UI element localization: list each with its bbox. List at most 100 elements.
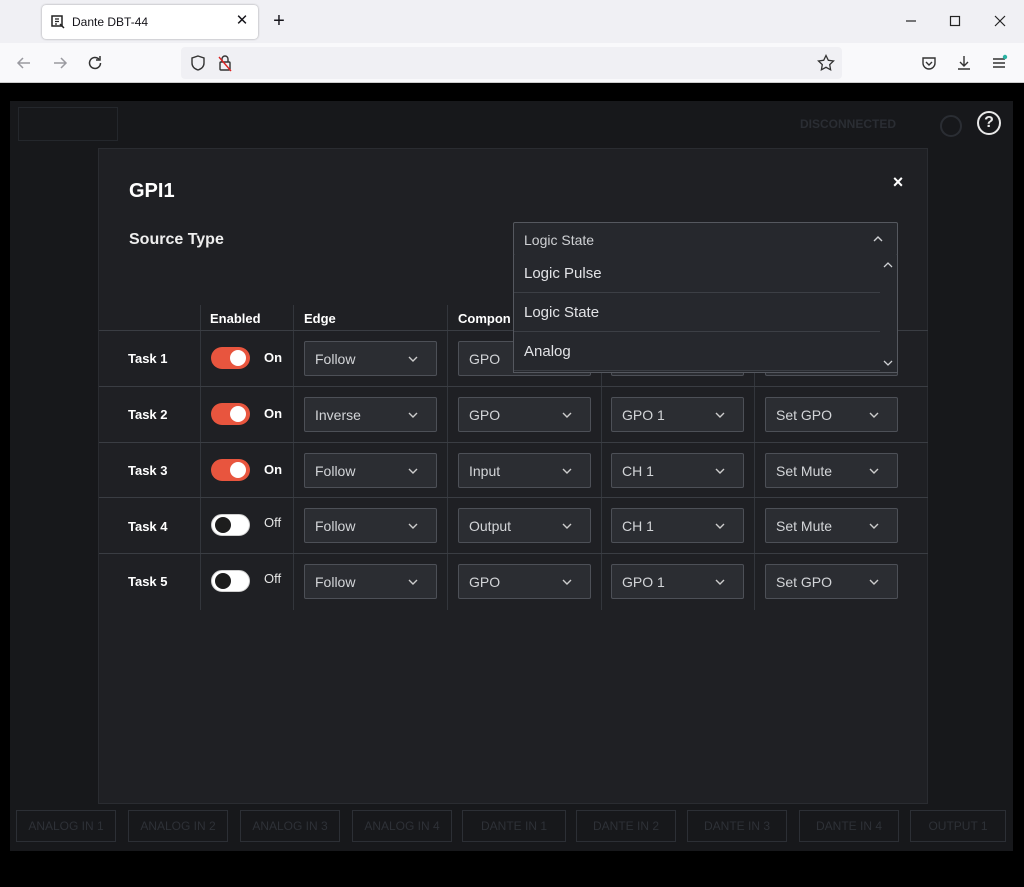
chevron-down-icon: [869, 523, 879, 529]
chevron-down-icon: [715, 412, 725, 418]
enabled-state-text: Off: [264, 571, 282, 586]
component-select-value: GPO: [469, 574, 501, 590]
component-select-value: Output: [469, 518, 512, 534]
option-logic-pulse[interactable]: Logic Pulse: [514, 255, 880, 293]
bottom-tab-dante-in-2[interactable]: DANTE IN 2: [576, 810, 676, 842]
tab-close-icon[interactable]: ✕: [234, 13, 250, 29]
enabled-toggle[interactable]: [211, 570, 250, 592]
page-favicon-icon: [51, 15, 65, 29]
task-label: Task 3: [128, 463, 168, 478]
address-bar[interactable]: [181, 47, 842, 79]
chevron-up-icon: [873, 236, 883, 242]
target-select[interactable]: GPO 1: [611, 397, 744, 432]
bottom-tab-analog-in-4[interactable]: ANALOG IN 4: [352, 810, 452, 842]
downloads-icon[interactable]: [954, 53, 974, 73]
task-label: Task 4: [128, 519, 168, 534]
insecure-lock-icon[interactable]: [215, 53, 235, 73]
help-button[interactable]: ?: [977, 111, 1001, 135]
bottom-tab-output-1[interactable]: OUTPUT 1: [910, 810, 1006, 842]
task-label: Task 5: [128, 574, 168, 589]
new-tab-button[interactable]: +: [270, 11, 288, 31]
source-type-select[interactable]: Logic State: [513, 222, 898, 256]
enabled-state-text: Off: [264, 515, 282, 530]
edge-select[interactable]: Follow: [304, 508, 437, 543]
chevron-down-icon: [715, 523, 725, 529]
chevron-down-icon: [869, 412, 879, 418]
settings-gear-icon[interactable]: [940, 115, 962, 137]
close-icon[interactable]: ×: [889, 173, 907, 191]
forward-arrow-icon[interactable]: [50, 53, 70, 73]
chevron-down-icon: [869, 579, 879, 585]
chevron-down-icon: [562, 523, 572, 529]
tracking-shield-icon[interactable]: [188, 53, 208, 73]
edge-select[interactable]: Follow: [304, 341, 437, 376]
target-select[interactable]: GPO 1: [611, 564, 744, 599]
browser-tab[interactable]: Dante DBT-44 ✕: [42, 5, 258, 39]
enabled-toggle[interactable]: [211, 347, 250, 369]
bottom-tab-analog-in-3[interactable]: ANALOG IN 3: [240, 810, 340, 842]
column-divider: [447, 305, 448, 610]
chevron-down-icon: [715, 468, 725, 474]
action-select[interactable]: Set GPO: [765, 397, 898, 432]
close-window-icon[interactable]: [991, 12, 1009, 30]
back-arrow-icon[interactable]: [14, 53, 34, 73]
action-select[interactable]: Set GPO: [765, 564, 898, 599]
target-select-value: GPO 1: [622, 407, 665, 423]
gpi-config-modal: GPI1 × Source Type Enabled Edge Compon T…: [98, 148, 928, 804]
bottom-tab-dante-in-3[interactable]: DANTE IN 3: [687, 810, 787, 842]
component-select-value: Input: [469, 463, 501, 479]
edge-select[interactable]: Follow: [304, 453, 437, 488]
edge-select-value: Follow: [315, 574, 356, 590]
component-select-value: GPO: [469, 351, 501, 367]
chevron-down-icon: [562, 579, 572, 585]
option-analog[interactable]: Analog: [514, 333, 880, 371]
reload-icon[interactable]: [85, 53, 105, 73]
toggle-knob: [230, 406, 246, 422]
column-header-enabled: Enabled: [210, 311, 261, 326]
maximize-window-icon[interactable]: [946, 12, 964, 30]
edge-select-value: Inverse: [315, 407, 361, 423]
column-divider: [293, 305, 294, 610]
bottom-tab-analog-in-1[interactable]: ANALOG IN 1: [16, 810, 116, 842]
bottom-tab-dante-in-4[interactable]: DANTE IN 4: [799, 810, 899, 842]
action-select[interactable]: Set Mute: [765, 453, 898, 488]
source-type-label: Source Type: [129, 231, 224, 248]
toggle-knob: [215, 517, 231, 533]
source-type-dropdown: Logic Pulse Logic State Analog: [513, 255, 898, 373]
bottom-tab-analog-in-2[interactable]: ANALOG IN 2: [128, 810, 228, 842]
target-select[interactable]: CH 1: [611, 453, 744, 488]
component-select[interactable]: Output: [458, 508, 591, 543]
target-select-value: CH 1: [622, 518, 654, 534]
app-menu-icon[interactable]: [989, 53, 1009, 73]
enabled-toggle[interactable]: [211, 514, 250, 536]
action-select-value: Set Mute: [776, 463, 833, 479]
column-header-component: Compon: [458, 311, 511, 326]
edge-select[interactable]: Follow: [304, 564, 437, 599]
tab-title: Dante DBT-44: [72, 15, 149, 29]
toggle-knob: [230, 462, 246, 478]
option-logic-state[interactable]: Logic State: [514, 294, 880, 332]
browser-tab-strip: Dante DBT-44 ✕ +: [0, 0, 1024, 43]
component-select-value: GPO: [469, 407, 501, 423]
component-select[interactable]: GPO: [458, 397, 591, 432]
pocket-icon[interactable]: [919, 53, 939, 73]
row-divider: [99, 442, 928, 443]
edge-select[interactable]: Inverse: [304, 397, 437, 432]
column-divider: [200, 305, 201, 610]
edge-select-value: Follow: [315, 351, 356, 367]
component-select[interactable]: Input: [458, 453, 591, 488]
enabled-toggle[interactable]: [211, 403, 250, 425]
enabled-toggle[interactable]: [211, 459, 250, 481]
enabled-state-text: On: [264, 350, 283, 365]
bookmark-star-icon[interactable]: [816, 53, 836, 73]
bg-tab-box: [18, 107, 118, 141]
component-select[interactable]: GPO: [458, 564, 591, 599]
action-select-value: Set GPO: [776, 407, 833, 423]
target-select[interactable]: CH 1: [611, 508, 744, 543]
dropdown-scrollbar[interactable]: [879, 255, 897, 373]
bottom-tab-dante-in-1[interactable]: DANTE IN 1: [462, 810, 566, 842]
minimize-window-icon[interactable]: [902, 12, 920, 30]
chevron-down-icon: [408, 579, 418, 585]
action-select-value: Set GPO: [776, 574, 833, 590]
action-select[interactable]: Set Mute: [765, 508, 898, 543]
